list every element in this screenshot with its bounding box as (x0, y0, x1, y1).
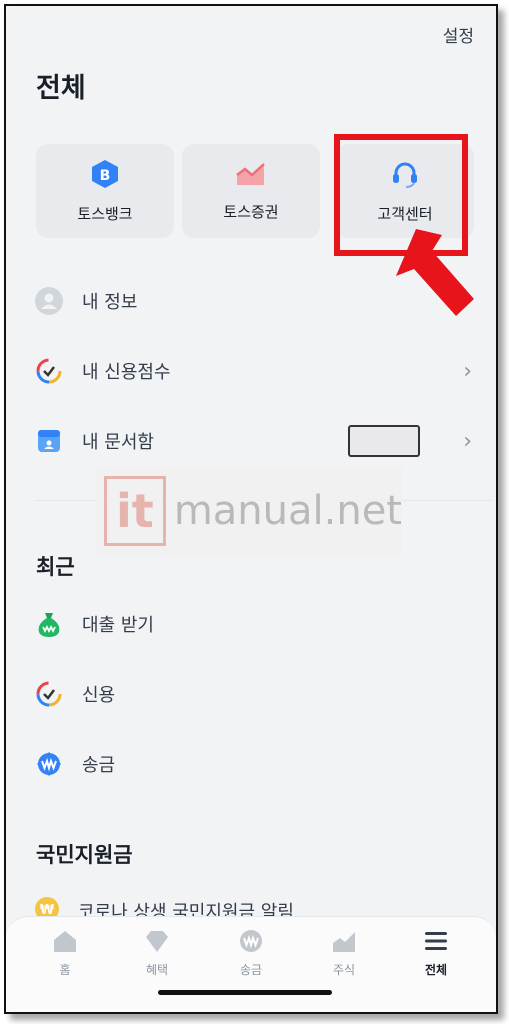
app-screen: 설정 전체 B 토스뱅크 토스증권 고객센터 내 정보 내 신용점수 › 내 문… (4, 4, 498, 1014)
tab-stock[interactable]: 주식 (309, 929, 379, 978)
stock-icon (331, 929, 357, 957)
tab-all[interactable]: 전체 (401, 929, 471, 978)
watermark-text: manual.net (173, 488, 402, 534)
watermark-logo: it (104, 476, 166, 546)
recent-item-label: 대출 받기 (82, 615, 154, 636)
menu-item-documents[interactable]: 내 문서함 › (34, 421, 476, 461)
menu-item-label: 내 문서함 (82, 432, 154, 453)
tab-label: 송금 (239, 963, 263, 977)
tab-label: 전체 (424, 963, 448, 977)
tab-transfer[interactable]: 송금 (216, 929, 286, 978)
menu-item-label: 내 정보 (82, 292, 138, 313)
redacted-box (348, 425, 420, 457)
bottom-tab-bar: 홈 혜택 송금 주식 전체 (6, 916, 496, 1012)
menu-item-label: 내 신용점수 (82, 362, 171, 383)
recent-item-transfer[interactable]: 송금 (34, 744, 476, 784)
settings-link[interactable]: 설정 (443, 22, 474, 47)
transfer-icon (34, 749, 64, 779)
support-section-title: 국민지원금 (36, 843, 133, 867)
toss-bank-icon: B (91, 159, 119, 193)
svg-text:B: B (100, 168, 111, 184)
recent-item-label: 신용 (82, 685, 116, 706)
toss-securities-label: 토스증권 (223, 202, 279, 221)
menu-item-credit-score[interactable]: 내 신용점수 › (34, 351, 476, 391)
toss-securities-icon (235, 161, 267, 191)
page-title: 전체 (36, 73, 86, 104)
credit-score-icon (34, 356, 64, 386)
person-icon (34, 286, 64, 316)
document-box-icon (34, 426, 64, 456)
chevron-right-icon: › (463, 428, 472, 454)
recent-item-loan[interactable]: 대출 받기 (34, 604, 476, 644)
menu-icon (423, 929, 449, 957)
recent-item-label: 송금 (82, 755, 116, 776)
chevron-right-icon: › (463, 358, 472, 384)
money-bag-icon (34, 609, 64, 639)
recent-item-credit[interactable]: 신용 (34, 674, 476, 714)
benefit-icon (144, 929, 170, 957)
tab-label: 주식 (332, 963, 356, 977)
home-indicator[interactable] (158, 990, 332, 995)
tab-label: 혜택 (145, 963, 169, 977)
watermark: it manual.net (96, 466, 402, 556)
toss-securities-card[interactable]: 토스증권 (182, 144, 320, 238)
toss-bank-label: 토스뱅크 (77, 204, 133, 223)
recent-section-title: 최근 (36, 555, 75, 579)
tab-benefit[interactable]: 혜택 (122, 929, 192, 978)
tab-label: 홈 (59, 963, 71, 977)
toss-bank-card[interactable]: B 토스뱅크 (36, 144, 174, 238)
credit-score-icon (34, 679, 64, 709)
tab-home[interactable]: 홈 (30, 929, 100, 978)
home-icon (52, 929, 78, 957)
transfer-icon (238, 929, 264, 957)
menu-item-my-info[interactable]: 내 정보 (34, 281, 476, 321)
